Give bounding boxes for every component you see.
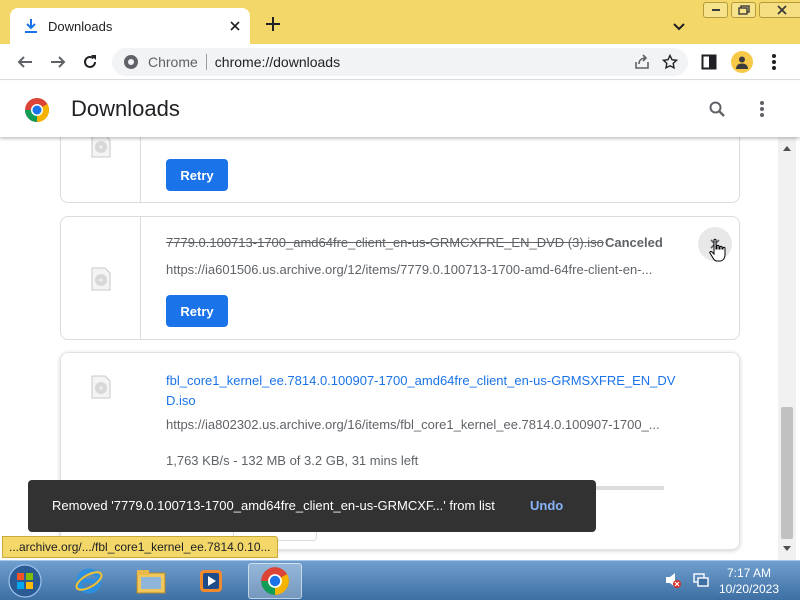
chrome-logo-icon <box>24 98 50 122</box>
vertical-scrollbar[interactable] <box>778 137 796 560</box>
download-item: Retry <box>60 137 740 203</box>
tab-downloads[interactable]: Downloads <box>10 8 250 44</box>
downloads-more-icon[interactable] <box>752 98 772 120</box>
disc-file-icon <box>91 375 111 399</box>
omnibox-divider <box>205 54 207 70</box>
scroll-down-icon[interactable] <box>782 543 792 553</box>
system-clock[interactable]: 7:17 AM 10/20/2023 <box>712 565 786 597</box>
download-filename-link[interactable]: fbl_core1_kernel_ee.7814.0.100907-1700_a… <box>166 371 676 411</box>
restore-button[interactable] <box>731 2 756 18</box>
download-filename-line: fbl_core1_kernel_ee.7814.0.100907-1700_a… <box>166 373 676 388</box>
file-explorer-icon[interactable] <box>124 563 178 599</box>
media-player-icon[interactable] <box>184 563 238 599</box>
internet-explorer-icon[interactable] <box>62 563 116 599</box>
search-downloads-icon[interactable] <box>706 98 728 120</box>
system-tray <box>664 571 710 594</box>
minimize-button[interactable] <box>703 2 728 18</box>
profile-avatar-icon[interactable] <box>731 51 753 73</box>
tab-strip: Downloads <box>0 0 800 44</box>
url-text[interactable]: chrome://downloads <box>215 54 632 70</box>
disc-file-icon <box>91 137 111 158</box>
back-icon[interactable] <box>14 51 36 73</box>
download-status: Canceled <box>605 235 663 250</box>
address-bar[interactable]: Chrome chrome://downloads <box>112 48 688 76</box>
side-panel-icon[interactable] <box>698 51 720 73</box>
download-filename[interactable]: 7779.0.100713-1700_amd64fre_client_en-us… <box>166 235 604 250</box>
close-tab-icon[interactable] <box>226 17 244 35</box>
hand-cursor-icon <box>709 238 726 262</box>
download-filename-line: D.iso <box>166 393 196 408</box>
scroll-up-icon[interactable] <box>782 143 792 153</box>
scrollbar-thumb[interactable] <box>781 407 793 539</box>
retry-button[interactable]: Retry <box>166 295 228 327</box>
chrome-site-icon[interactable] <box>122 53 140 71</box>
browser-toolbar: Chrome chrome://downloads <box>0 44 800 80</box>
chrome-menu-icon[interactable] <box>763 51 785 73</box>
windows-logo-icon <box>8 564 42 598</box>
windows-taskbar: 7:17 AM 10/20/2023 <box>0 560 800 600</box>
tab-title: Downloads <box>48 18 113 34</box>
removed-toast: Removed '7779.0.100713-1700_amd64fre_cli… <box>28 480 596 532</box>
new-tab-button[interactable] <box>262 13 284 35</box>
link-status-bubble: ...archive.org/.../fbl_core1_kernel_ee.7… <box>2 536 278 558</box>
bookmark-star-icon[interactable] <box>660 52 680 72</box>
browser-window: Downloads Chrome chrome://downloads Down… <box>0 0 800 560</box>
undo-button[interactable]: Undo <box>530 498 563 513</box>
retry-button[interactable]: Retry <box>166 159 228 191</box>
network-icon[interactable] <box>692 571 710 594</box>
download-item: 7779.0.100713-1700_amd64fre_client_en-us… <box>60 216 740 340</box>
tab-search-chevron-icon[interactable] <box>668 16 690 38</box>
downloads-header: Downloads <box>0 81 800 137</box>
download-icon-column <box>61 217 141 339</box>
volume-muted-icon[interactable] <box>664 571 682 594</box>
start-button[interactable] <box>4 563 46 599</box>
clock-time: 7:17 AM <box>726 566 772 580</box>
download-url: https://ia601506.us.archive.org/12/items… <box>166 262 653 277</box>
clock-date: 10/20/2023 <box>718 582 780 596</box>
download-arrow-icon <box>24 19 38 33</box>
site-chip: Chrome <box>148 54 198 70</box>
forward-icon[interactable] <box>47 51 69 73</box>
close-window-button[interactable] <box>759 2 800 18</box>
disc-file-icon <box>91 267 111 291</box>
window-controls <box>703 2 800 18</box>
download-progress-text: 1,763 KB/s - 132 MB of 3.2 GB, 31 mins l… <box>166 453 419 468</box>
page-title: Downloads <box>71 96 180 121</box>
reload-icon[interactable] <box>79 51 101 73</box>
share-icon[interactable] <box>632 52 652 72</box>
download-icon-column <box>61 137 141 202</box>
toast-message: Removed '7779.0.100713-1700_amd64fre_cli… <box>52 498 495 513</box>
chrome-icon[interactable] <box>248 563 302 599</box>
download-url: https://ia802302.us.archive.org/16/items… <box>166 417 660 432</box>
